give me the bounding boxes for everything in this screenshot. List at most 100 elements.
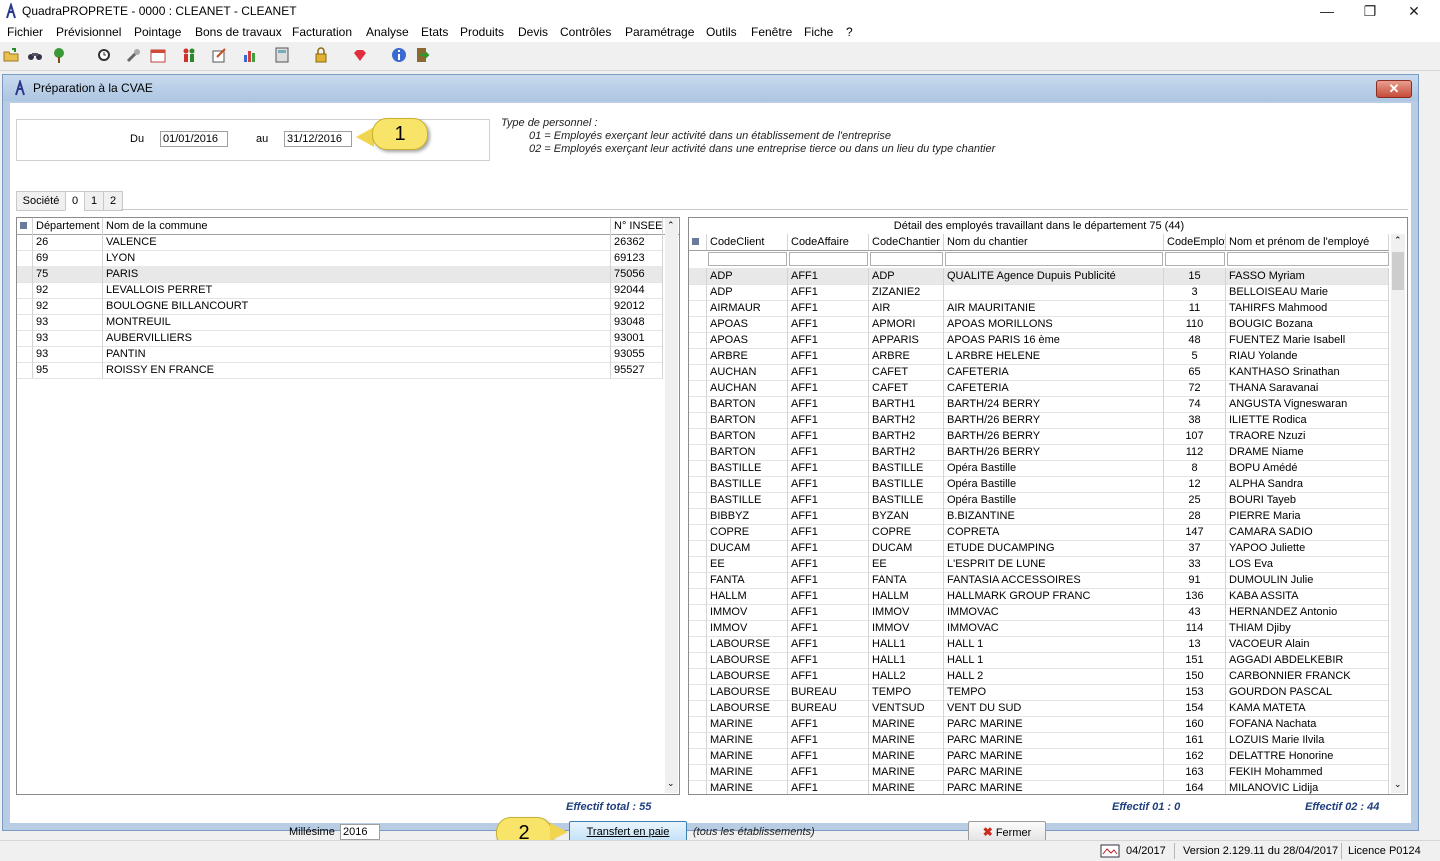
employee-row[interactable]: MARINE AFF1 MARINE PARC MARINE 160 FOFANA Nac…: [689, 716, 1389, 733]
minimize-button[interactable]: —: [1307, 0, 1347, 22]
col-codeemploy[interactable]: CodeEmploy: [1164, 234, 1226, 250]
employee-row[interactable]: COPRE AFF1 COPRE COPRETA 147 CAMARA SADIO: [689, 524, 1389, 541]
row-selector[interactable]: [689, 540, 707, 556]
tab-0[interactable]: 0: [65, 191, 85, 211]
employees-scrollbar[interactable]: ⌃ ⌄: [1391, 234, 1405, 793]
people-icon[interactable]: [181, 47, 197, 63]
employee-row[interactable]: APOAS AFF1 APPARIS APOAS PARIS 16 ème 48 FUEN…: [689, 332, 1389, 349]
menu-controles[interactable]: Contrôles: [560, 25, 611, 39]
row-selector[interactable]: [689, 300, 707, 316]
filter-codeemploy[interactable]: [1165, 252, 1225, 266]
row-selector[interactable]: [689, 636, 707, 652]
row-selector[interactable]: [689, 668, 707, 684]
employee-row[interactable]: LABOURSE AFF1 HALL1 HALL 1 13 VACOEUR Alain: [689, 636, 1389, 653]
commune-row[interactable]: 93 AUBERVILLIERS 93001: [17, 330, 663, 347]
scroll-up-icon[interactable]: ⌃: [667, 220, 675, 231]
millesime-input[interactable]: 2016: [340, 824, 380, 840]
calculator-icon[interactable]: [274, 47, 290, 63]
menu-etats[interactable]: Etats: [421, 25, 448, 39]
row-selector[interactable]: [689, 684, 707, 700]
dialog-close-button[interactable]: ✕: [1376, 80, 1412, 98]
employee-row[interactable]: HALLM AFF1 HALLM HALLMARK GROUP FRANC 136 KAB…: [689, 588, 1389, 605]
col-codeaffaire[interactable]: CodeAffaire: [788, 234, 869, 250]
from-date-input[interactable]: 01/01/2016: [160, 131, 228, 147]
scroll-up-icon[interactable]: ⌃: [1394, 235, 1402, 246]
filter-codeclient[interactable]: [708, 252, 787, 266]
menu-help[interactable]: ?: [846, 25, 853, 39]
col-commune[interactable]: Nom de la commune: [103, 218, 611, 234]
employee-row[interactable]: BASTILLE AFF1 BASTILLE Opéra Bastille 12 ALPH…: [689, 476, 1389, 493]
communes-scrollbar[interactable]: ⌃ ⌄: [665, 218, 678, 793]
menu-fenetre[interactable]: Fenêtre: [751, 25, 792, 39]
employees-select-all-box[interactable]: [689, 234, 707, 250]
row-selector[interactable]: [689, 748, 707, 764]
employee-row[interactable]: AIRMAUR AFF1 AIR AIR MAURITANIE 11 TAHIRFS Ma…: [689, 300, 1389, 317]
tree-icon[interactable]: [51, 47, 67, 63]
employee-row[interactable]: LABOURSE BUREAU TEMPO TEMPO 153 GOURDON PASCA…: [689, 684, 1389, 701]
row-selector[interactable]: [689, 764, 707, 780]
row-selector[interactable]: [689, 524, 707, 540]
commune-row[interactable]: 93 MONTREUIL 93048: [17, 314, 663, 331]
maximize-button[interactable]: ❐: [1350, 0, 1390, 22]
row-selector[interactable]: [689, 460, 707, 476]
employee-row[interactable]: IMMOV AFF1 IMMOV IMMOVAC 114 THIAM Djiby: [689, 620, 1389, 637]
scroll-down-icon[interactable]: ⌄: [667, 778, 675, 789]
menu-outils[interactable]: Outils: [706, 25, 737, 39]
commune-row[interactable]: 95 ROISSY EN FRANCE 95527: [17, 362, 663, 379]
employee-row[interactable]: IMMOV AFF1 IMMOV IMMOVAC 43 HERNANDEZ Antonio: [689, 604, 1389, 621]
row-selector[interactable]: [689, 428, 707, 444]
commune-row[interactable]: 93 PANTIN 93055: [17, 346, 663, 363]
row-selector[interactable]: [689, 588, 707, 604]
row-selector[interactable]: [689, 476, 707, 492]
binoculars-icon[interactable]: [27, 47, 43, 63]
filter-nom-chantier[interactable]: [945, 252, 1163, 266]
exit-door-icon[interactable]: [414, 47, 430, 63]
commune-row[interactable]: 69 LYON 69123: [17, 250, 663, 267]
employee-row[interactable]: EE AFF1 EE L'ESPRIT DE LUNE 33 LOS Eva: [689, 556, 1389, 573]
row-selector[interactable]: [17, 346, 33, 362]
tools-icon[interactable]: [126, 47, 142, 63]
scroll-down-icon[interactable]: ⌄: [1394, 779, 1402, 790]
row-selector[interactable]: [689, 444, 707, 460]
scrollbar-thumb[interactable]: [1392, 252, 1404, 290]
row-selector[interactable]: [689, 492, 707, 508]
row-selector[interactable]: [17, 250, 33, 266]
menu-fiche[interactable]: Fiche: [804, 25, 833, 39]
commune-row[interactable]: 75 PARIS 75056: [17, 266, 663, 283]
row-selector[interactable]: [689, 268, 707, 284]
row-selector[interactable]: [689, 620, 707, 636]
col-insee[interactable]: N° INSEE: [611, 218, 663, 234]
info-icon[interactable]: [391, 47, 407, 63]
select-all-box[interactable]: [17, 218, 33, 234]
row-selector[interactable]: [17, 298, 33, 314]
row-selector[interactable]: [689, 700, 707, 716]
employee-row[interactable]: BARTON AFF1 BARTH2 BARTH/26 BERRY 107 TRAORE …: [689, 428, 1389, 445]
row-selector[interactable]: [689, 556, 707, 572]
filter-codechantier[interactable]: [870, 252, 943, 266]
employee-row[interactable]: ADP AFF1 ZIZANIE2 3 BELLOISEAU Marie: [689, 284, 1389, 301]
employee-row[interactable]: MARINE AFF1 MARINE PARC MARINE 161 LOZUIS Mar…: [689, 732, 1389, 749]
employee-row[interactable]: AUCHAN AFF1 CAFET CAFETERIA 72 THANA Saravana…: [689, 380, 1389, 397]
col-codechantier[interactable]: CodeChantier: [869, 234, 944, 250]
employee-row[interactable]: MARINE AFF1 MARINE PARC MARINE 164 MILANOVIC …: [689, 780, 1389, 794]
row-selector[interactable]: [689, 364, 707, 380]
document-edit-icon[interactable]: [211, 47, 227, 63]
row-selector[interactable]: [689, 412, 707, 428]
tab-1[interactable]: 1: [84, 191, 104, 211]
menu-bons-de-travaux[interactable]: Bons de travaux: [195, 25, 282, 39]
filter-codeaffaire[interactable]: [789, 252, 868, 266]
employee-row[interactable]: BIBBYZ AFF1 BYZAN B.BIZANTINE 28 PIERRE Maria: [689, 508, 1389, 525]
row-selector[interactable]: [17, 234, 33, 250]
window-close-button[interactable]: ✕: [1394, 0, 1434, 22]
employee-row[interactable]: DUCAM AFF1 DUCAM ETUDE DUCAMPING 37 YAPOO Jul…: [689, 540, 1389, 557]
row-selector[interactable]: [17, 282, 33, 298]
employee-row[interactable]: LABOURSE BUREAU VENTSUD VENT DU SUD 154 KAMA …: [689, 700, 1389, 717]
gem-icon[interactable]: [352, 47, 368, 63]
watch-icon[interactable]: [96, 47, 112, 63]
menu-previsionnel[interactable]: Prévisionnel: [56, 25, 121, 39]
row-selector[interactable]: [689, 396, 707, 412]
calendar-icon[interactable]: [150, 47, 166, 63]
employee-row[interactable]: AUCHAN AFF1 CAFET CAFETERIA 65 KANTHASO Srina…: [689, 364, 1389, 381]
row-selector[interactable]: [17, 362, 33, 378]
employee-row[interactable]: BASTILLE AFF1 BASTILLE Opéra Bastille 25 BOUR…: [689, 492, 1389, 509]
